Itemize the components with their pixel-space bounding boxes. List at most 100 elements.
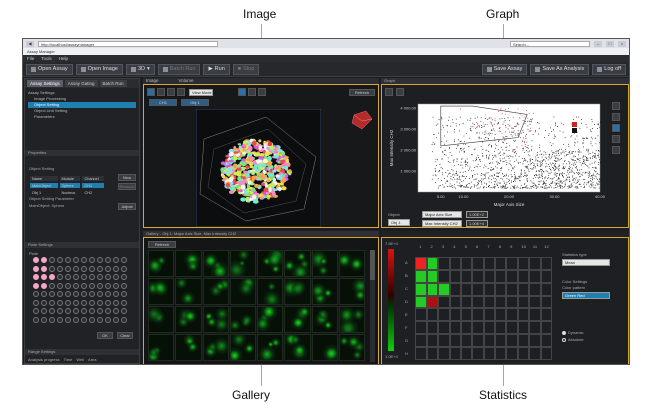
plate-well[interactable] bbox=[81, 299, 87, 306]
plate-well[interactable] bbox=[81, 257, 87, 263]
heatmap-cell[interactable] bbox=[449, 347, 461, 360]
plate-well[interactable] bbox=[41, 282, 47, 289]
run-button[interactable]: ▶ Run bbox=[203, 63, 230, 75]
heatmap-cell[interactable] bbox=[449, 308, 461, 322]
heatmap-cell[interactable] bbox=[415, 282, 427, 296]
heatmap-cell[interactable] bbox=[517, 347, 530, 360]
plate-well[interactable] bbox=[33, 299, 39, 306]
stop-button[interactable]: ■ Stop bbox=[232, 63, 260, 75]
heatmap-cell[interactable] bbox=[426, 256, 439, 270]
plate-well[interactable] bbox=[73, 316, 79, 323]
heatmap-cell[interactable] bbox=[438, 308, 450, 322]
plate-well[interactable] bbox=[49, 316, 55, 323]
plate-well[interactable] bbox=[113, 265, 119, 272]
heatmap-cell[interactable] bbox=[495, 282, 507, 296]
gallery-thumbnail[interactable] bbox=[148, 250, 175, 277]
plate-well[interactable] bbox=[121, 274, 127, 280]
plate-well[interactable] bbox=[41, 299, 47, 306]
tab-batch-run[interactable]: Batch Run bbox=[99, 80, 127, 87]
graph-pointer-icon[interactable] bbox=[612, 124, 620, 132]
plate-well[interactable] bbox=[65, 274, 71, 280]
heatmap-cell[interactable] bbox=[517, 282, 530, 296]
heatmap-cell[interactable] bbox=[449, 269, 461, 283]
gallery-thumbnail[interactable] bbox=[311, 306, 338, 333]
browser-tab[interactable]: Assay Manager bbox=[23, 48, 629, 55]
heatmap-cell[interactable] bbox=[438, 347, 450, 360]
heatmap-cell[interactable] bbox=[426, 321, 439, 335]
plate-well[interactable] bbox=[89, 291, 95, 297]
heatmap-cell[interactable] bbox=[517, 295, 530, 309]
object-select[interactable]: Obj 1 bbox=[388, 219, 410, 226]
heatmap-cell[interactable] bbox=[529, 295, 541, 309]
plate-well[interactable] bbox=[57, 265, 63, 272]
y-axis-select[interactable]: Max Intensity CH2 bbox=[422, 220, 462, 227]
statistics-type-select[interactable]: Mean bbox=[562, 259, 610, 266]
gallery-scrollbar[interactable] bbox=[370, 250, 375, 362]
heatmap-cell[interactable] bbox=[506, 321, 518, 335]
graph-settings-icon[interactable] bbox=[396, 88, 404, 96]
plate-well[interactable] bbox=[49, 257, 55, 263]
plate-well[interactable] bbox=[121, 257, 127, 263]
plate-well[interactable] bbox=[49, 299, 55, 306]
heatmap-cell[interactable] bbox=[540, 308, 552, 322]
open-assay-button[interactable]: Open Assay bbox=[26, 63, 73, 75]
pan-icon[interactable] bbox=[157, 88, 165, 96]
heatmap-cell[interactable] bbox=[472, 256, 484, 270]
heatmap-cell[interactable] bbox=[540, 321, 552, 335]
plate-well[interactable] bbox=[73, 257, 79, 263]
tab-assay-settings[interactable]: Assay Settings bbox=[27, 80, 63, 87]
heatmap-cell[interactable] bbox=[483, 334, 496, 348]
radio-dynamic[interactable]: Dynamic bbox=[562, 330, 584, 335]
plate-well[interactable] bbox=[105, 316, 111, 323]
color-pattern-select[interactable]: Green Red bbox=[562, 292, 610, 299]
x-value-field[interactable]: 1.00E+2 bbox=[466, 211, 488, 218]
gallery-thumbnail[interactable] bbox=[284, 250, 311, 277]
back-icon[interactable]: ◀ bbox=[26, 40, 34, 47]
gallery-thumbnail[interactable] bbox=[257, 334, 284, 361]
orientation-cube-icon[interactable] bbox=[350, 109, 374, 131]
plate-well[interactable] bbox=[81, 316, 87, 323]
heatmap-cell[interactable] bbox=[438, 321, 450, 335]
plate-well[interactable] bbox=[33, 282, 39, 289]
heatmap-cell[interactable] bbox=[460, 334, 473, 348]
heatmap-cell[interactable] bbox=[449, 256, 461, 270]
heatmap-cell[interactable] bbox=[460, 295, 473, 309]
graph-list-icon[interactable] bbox=[385, 88, 393, 96]
heatmap-cell[interactable] bbox=[449, 295, 461, 309]
heatmap-cell[interactable] bbox=[415, 321, 427, 335]
heatmap-cell[interactable] bbox=[529, 347, 541, 360]
plate-well[interactable] bbox=[97, 308, 103, 314]
heatmap-cell[interactable] bbox=[483, 321, 496, 335]
tab-assay-gating[interactable]: Assay Gating bbox=[64, 80, 98, 87]
heatmap-cell[interactable] bbox=[517, 269, 530, 283]
plate-well[interactable] bbox=[113, 308, 119, 314]
plate-well[interactable] bbox=[73, 299, 79, 306]
plate-well[interactable] bbox=[97, 299, 103, 306]
plate-well[interactable] bbox=[89, 299, 95, 306]
view-3d-button[interactable]: 3D ▾ bbox=[125, 63, 155, 75]
plate-well[interactable] bbox=[105, 274, 111, 280]
heatmap-cell[interactable] bbox=[495, 308, 507, 322]
heatmap-cell[interactable] bbox=[540, 347, 552, 360]
graph-gate-rect-icon[interactable] bbox=[612, 135, 620, 143]
heatmap-cell[interactable] bbox=[529, 334, 541, 348]
maximize-icon[interactable]: □ bbox=[606, 40, 614, 47]
heatmap-cell[interactable] bbox=[449, 321, 461, 335]
plate-well[interactable] bbox=[33, 274, 39, 280]
plate-well[interactable] bbox=[49, 274, 55, 280]
heatmap-cell[interactable] bbox=[540, 256, 552, 270]
heatmap-cell[interactable] bbox=[540, 269, 552, 283]
heatmap-cell[interactable] bbox=[449, 334, 461, 348]
plate-well[interactable] bbox=[73, 308, 79, 314]
plate-well[interactable] bbox=[105, 299, 111, 306]
plate-well[interactable] bbox=[113, 299, 119, 306]
heatmap-cell[interactable] bbox=[517, 321, 530, 335]
plate-well[interactable] bbox=[97, 282, 103, 289]
plate-well[interactable] bbox=[57, 282, 63, 289]
plate-well[interactable] bbox=[33, 291, 39, 297]
clear-button[interactable]: Clear bbox=[117, 332, 133, 339]
menu-tools[interactable]: Tools bbox=[41, 56, 52, 61]
plate-well[interactable] bbox=[57, 299, 63, 306]
heatmap-cell[interactable] bbox=[460, 256, 473, 270]
gallery-thumbnail[interactable] bbox=[229, 250, 256, 277]
